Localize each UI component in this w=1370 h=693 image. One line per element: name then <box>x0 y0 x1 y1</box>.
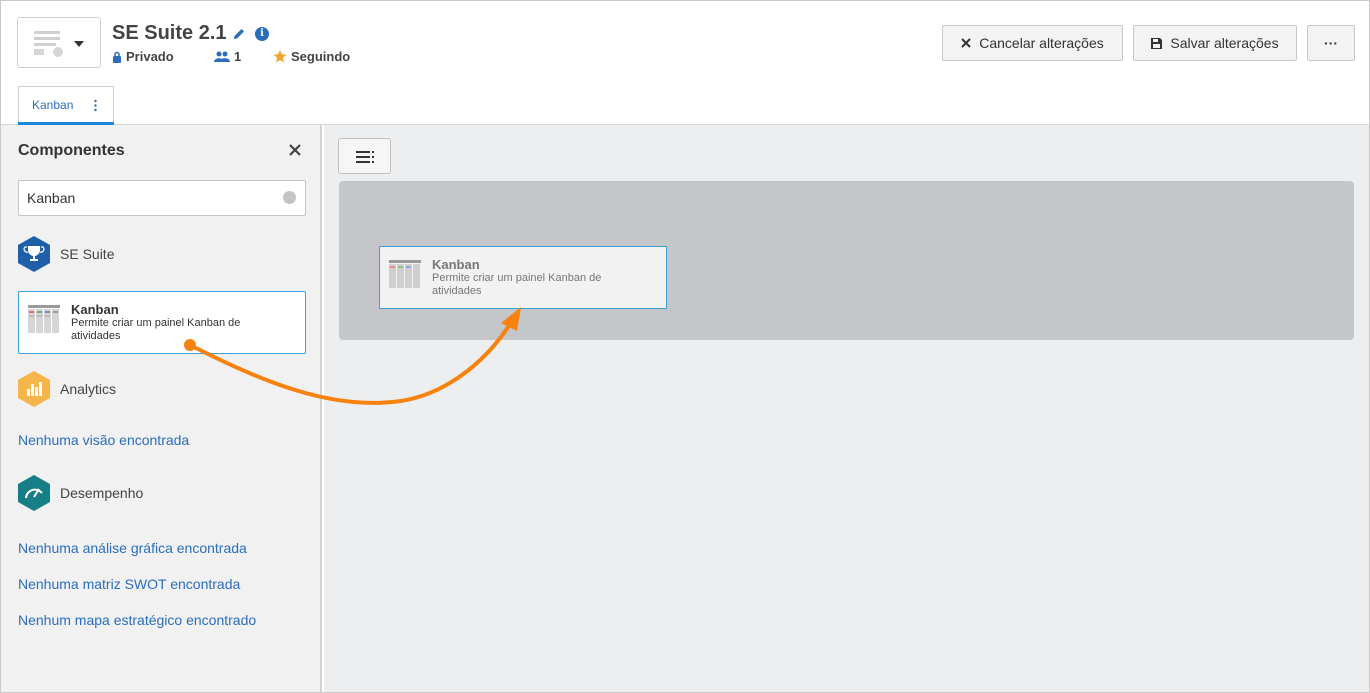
close-icon <box>961 38 971 48</box>
placed-kanban-card[interactable]: Kanban Permite criar um painel Kanban de… <box>379 246 667 309</box>
group-desempenho[interactable]: Desempenho <box>18 475 143 511</box>
portal-menu-button[interactable] <box>17 17 101 68</box>
close-icon[interactable] <box>288 143 302 157</box>
group-se-suite[interactable]: SE Suite <box>18 236 114 272</box>
page-title: SE Suite 2.1 <box>112 22 227 44</box>
kanban-board-icon <box>389 260 421 288</box>
tab-kanban-label: Kanban <box>32 98 74 112</box>
kanban-board-icon <box>28 305 60 333</box>
members-count[interactable]: 1 <box>214 49 241 64</box>
empty-strategic-map-message: Nenhum mapa estratégico encontrado <box>18 612 257 628</box>
empty-graph-message: Nenhuma análise gráfica encontrada <box>18 540 247 556</box>
tab-kanban[interactable]: Kanban <box>18 86 114 125</box>
users-icon <box>214 51 230 62</box>
lock-icon <box>113 51 121 63</box>
bar-chart-icon <box>18 371 50 407</box>
save-changes-label: Salvar alterações <box>1170 35 1279 51</box>
ellipsis-icon: ··· <box>1324 35 1338 51</box>
kebab-menu-icon[interactable] <box>94 99 97 112</box>
search-value: Kanban <box>27 190 76 206</box>
trophy-icon <box>18 236 50 272</box>
gauge-icon <box>18 475 50 511</box>
kanban-component-card[interactable]: Kanban Permite criar um painel Kanban de… <box>18 291 306 354</box>
components-sidebar: Componentes Kanban SE Suite Kanban Permi… <box>1 125 322 692</box>
group-se-suite-label: SE Suite <box>60 246 115 262</box>
kanban-card-title: Kanban <box>71 302 119 317</box>
list-layout-icon <box>356 151 374 163</box>
placed-card-description: Permite criar um painel Kanban de ativid… <box>432 272 602 297</box>
search-input[interactable]: Kanban <box>18 180 306 216</box>
floppy-disk-icon <box>1151 37 1163 49</box>
kanban-card-description: Permite criar um painel Kanban de ativid… <box>71 317 241 342</box>
pencil-icon[interactable] <box>232 27 246 41</box>
layout-menu-button[interactable] <box>338 138 391 174</box>
save-changes-button[interactable]: Salvar alterações <box>1133 25 1297 61</box>
portal-logo-icon <box>34 31 63 57</box>
app-window: SE Suite 2.1 i Privado 1 Seguindo Cancel… <box>0 0 1370 693</box>
empty-swot-message: Nenhuma matriz SWOT encontrada <box>18 576 241 592</box>
group-analytics[interactable]: Analytics <box>18 371 116 407</box>
star-icon <box>273 50 287 63</box>
empty-analytics-message: Nenhuma visão encontrada <box>18 432 190 448</box>
members-label: 1 <box>234 49 242 64</box>
chevron-down-icon <box>74 41 84 47</box>
info-icon[interactable]: i <box>255 27 269 41</box>
dashboard-canvas: Kanban Permite criar um painel Kanban de… <box>324 125 1369 692</box>
privacy-label: Privado <box>126 49 174 64</box>
follow-status[interactable]: Seguindo <box>273 49 350 64</box>
header: SE Suite 2.1 i Privado 1 Seguindo Cancel… <box>1 1 1369 125</box>
more-options-button[interactable]: ··· <box>1307 25 1355 61</box>
privacy-status: Privado <box>112 49 174 64</box>
sidebar-title: Componentes <box>18 142 125 159</box>
group-desempenho-label: Desempenho <box>60 485 144 501</box>
group-analytics-label: Analytics <box>60 381 117 397</box>
following-label: Seguindo <box>291 49 351 64</box>
widget-drop-zone[interactable]: Kanban Permite criar um painel Kanban de… <box>339 181 1354 340</box>
cancel-changes-button[interactable]: Cancelar alterações <box>942 25 1123 61</box>
clear-search-icon[interactable] <box>283 191 296 210</box>
cancel-changes-label: Cancelar alterações <box>979 35 1104 51</box>
placed-card-title: Kanban <box>432 257 480 272</box>
